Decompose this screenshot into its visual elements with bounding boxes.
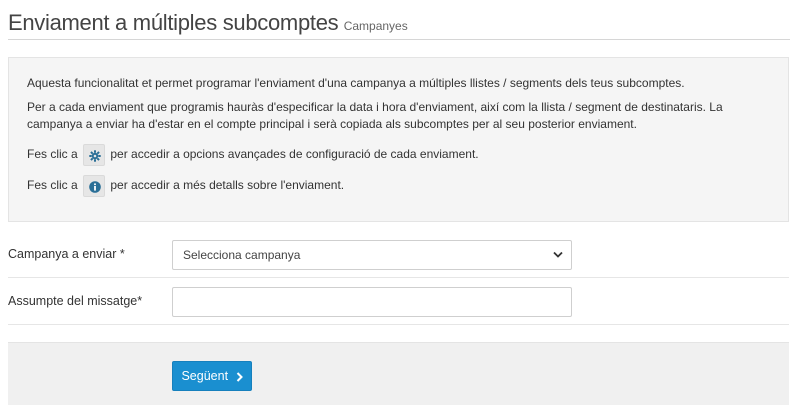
info-panel: Aquesta funcionalitat et permet programa… xyxy=(8,57,789,222)
subject-row: Assumpte del missatge* xyxy=(8,279,789,325)
page-subtitle: Campanyes xyxy=(343,19,408,33)
info-gear-prefix: Fes clic a xyxy=(27,147,78,162)
info-icon xyxy=(83,175,106,197)
next-button[interactable]: Següent xyxy=(172,361,252,391)
info-text-info: Fes clic a per accedir a més detalls sob… xyxy=(27,175,344,197)
subject-input[interactable] xyxy=(172,287,572,317)
next-button-label: Següent xyxy=(181,369,229,383)
subject-label: Assumpte del missatge* xyxy=(8,294,143,308)
info-text-gear: Fes clic a per accedir a opcions avançad… xyxy=(27,144,479,166)
chevron-right-icon xyxy=(236,371,243,382)
info-info-prefix: Fes clic a xyxy=(27,178,78,193)
gear-icon xyxy=(83,144,106,166)
form-footer: Següent xyxy=(8,342,789,405)
campaign-select-value: Selecciona campanya xyxy=(183,248,301,262)
page-header: Enviament a múltiples subcomptes Campany… xyxy=(8,10,790,40)
campaign-row: Campanya a enviar * Selecciona campanya xyxy=(8,230,789,278)
campaign-select[interactable]: Selecciona campanya xyxy=(172,240,572,270)
info-gear-suffix: per accedir a opcions avançades de confi… xyxy=(110,147,479,162)
chevron-down-icon xyxy=(553,251,563,258)
info-info-suffix: per accedir a més detalls sobre l'enviam… xyxy=(110,178,345,193)
page-title: Enviament a múltiples subcomptes xyxy=(8,10,339,35)
campaign-label: Campanya a enviar * xyxy=(8,247,125,261)
info-text-details: Per a cada enviament que programis haurà… xyxy=(27,100,723,131)
info-text-intro: Aquesta funcionalitat et permet programa… xyxy=(27,76,685,90)
